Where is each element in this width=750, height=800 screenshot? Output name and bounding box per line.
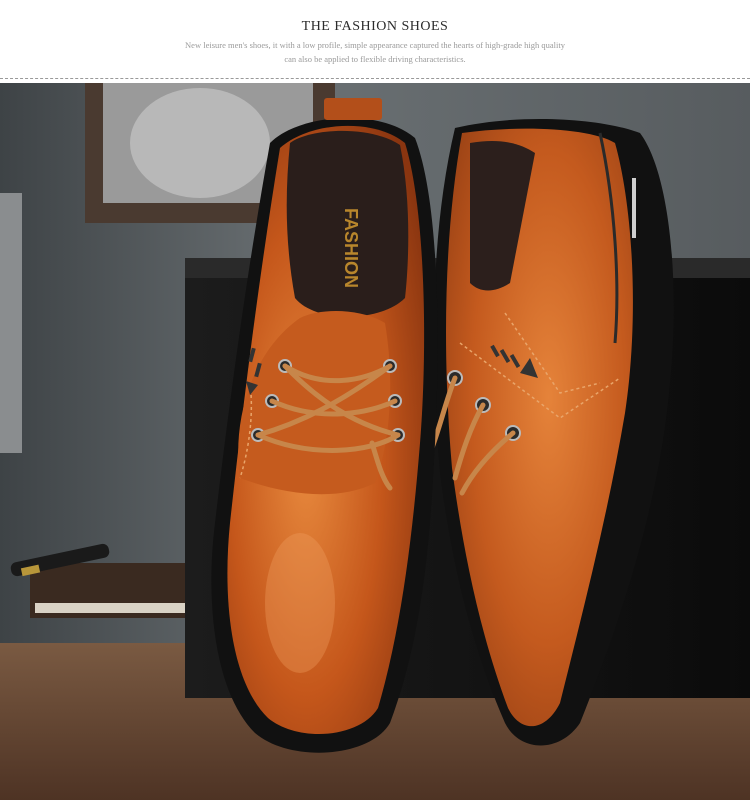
insole-brand-text: FASHION: [341, 208, 361, 288]
page-title: THE FASHION SHOES: [301, 19, 449, 34]
header-divider: [0, 78, 750, 79]
shoes-illustration: FASHION: [0, 83, 750, 800]
wall-light-panel: [0, 193, 22, 453]
page-subtitle: New leisure men's shoes, it with a low p…: [150, 38, 600, 66]
subtitle-line-1: New leisure men's shoes, it with a low p…: [185, 40, 565, 50]
subtitle-line-2: can also be applied to flexible driving …: [284, 54, 466, 64]
product-photo: FASHION: [0, 83, 750, 800]
heel-tab-left: [324, 98, 382, 120]
page-header: THE FASHION SHOES New leisure men's shoe…: [0, 0, 750, 80]
